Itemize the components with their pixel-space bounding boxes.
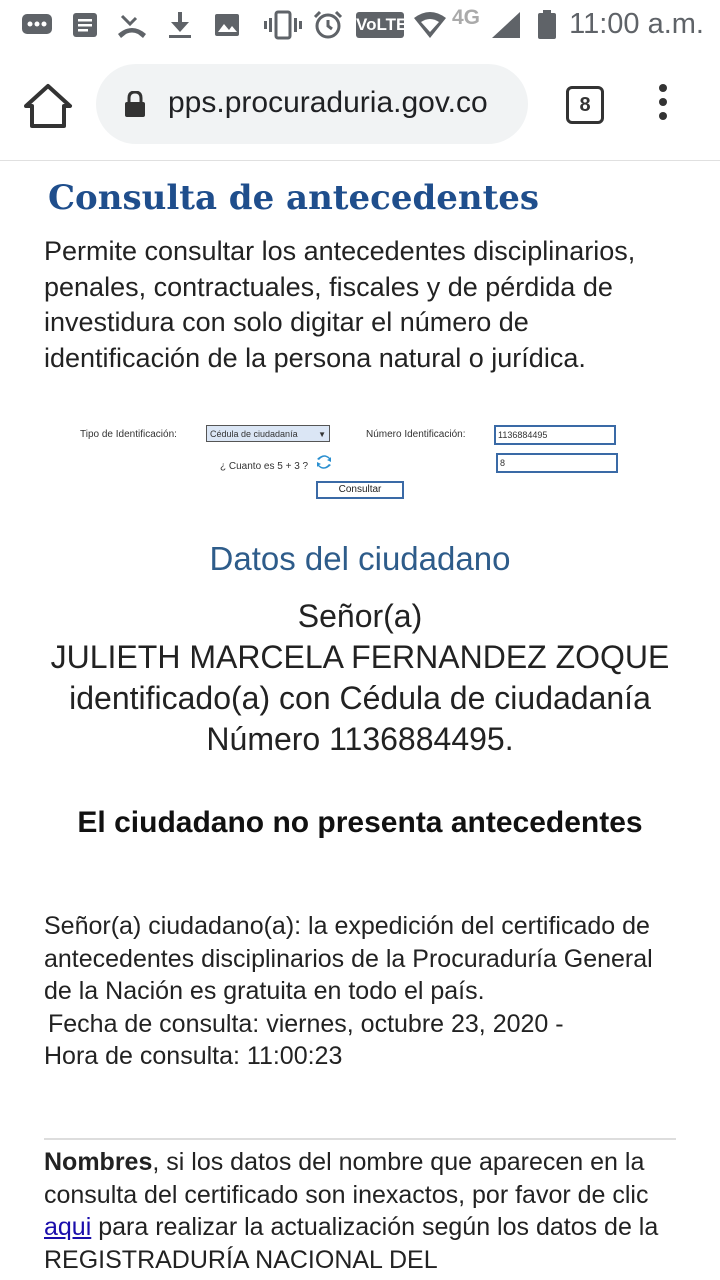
divider <box>44 1138 676 1140</box>
id-number-label: Número Identificación: <box>366 429 466 440</box>
address-bar[interactable]: pps.procuraduria.gov.co <box>96 64 528 144</box>
names-text-2: para realizar la actualización según los… <box>44 1213 659 1274</box>
volte-icon: VoLTE <box>356 12 407 38</box>
image-icon <box>215 14 239 36</box>
citizen-salutation: Señor(a) <box>297 598 423 634</box>
vibrate-icon <box>264 10 302 40</box>
citizen-info: Señor(a) JULIETH MARCELA FERNANDEZ ZOQUE… <box>0 596 720 760</box>
notice-text: Señor(a) ciudadano(a): la expedición del… <box>44 912 653 1005</box>
id-type-select[interactable]: Cédula de ciudadanía ▼ <box>206 425 330 442</box>
signal-icon <box>492 12 520 38</box>
captcha-question: ¿ Cuanto es 5 + 3 ? <box>220 461 309 472</box>
alarm-icon <box>313 10 343 39</box>
chevron-down-icon: ▼ <box>318 430 326 439</box>
clock: 11:00 a.m. <box>569 8 704 40</box>
url-text: pps.procuraduria.gov.co <box>168 86 488 119</box>
update-link[interactable]: aqui <box>44 1213 91 1241</box>
consult-time: Hora de consulta: 11:00:23 <box>44 1042 343 1070</box>
result-message: El ciudadano no presenta antecedentes <box>77 806 643 839</box>
citizen-name: JULIETH MARCELA FERNANDEZ ZOQUE <box>50 639 670 675</box>
browser-toolbar: pps.procuraduria.gov.co 8 <box>0 50 720 161</box>
citizen-data-heading: Datos del ciudadano <box>209 540 511 577</box>
battery-icon <box>538 10 556 39</box>
names-notice: Nombres, si los datos del nombre que apa… <box>44 1146 684 1276</box>
lock-icon <box>125 91 145 117</box>
citizen-id-number: Número 1136884495. <box>206 721 514 757</box>
search-form: Tipo de Identificación: Cédula de ciudad… <box>66 416 654 504</box>
download-icon <box>169 12 191 38</box>
consultar-button[interactable]: Consultar <box>316 481 404 499</box>
intro-text: Permite consultar los antecedentes disci… <box>44 236 636 373</box>
id-type-label: Tipo de Identificación: <box>80 429 177 440</box>
message-icon <box>73 13 97 37</box>
names-label: Nombres <box>44 1148 153 1176</box>
wifi-icon <box>414 12 446 38</box>
page-title: Consulta de antecedentes <box>48 178 540 218</box>
home-icon[interactable] <box>22 80 74 130</box>
id-number-input[interactable]: 1136884495 <box>494 425 616 445</box>
consult-date: Fecha de consulta: viernes, octubre 23, … <box>48 1009 564 1038</box>
citizen-id-type: identificado(a) con Cédula de ciudadanía <box>69 680 651 716</box>
status-bar: VoLTE 4G 11:00 a.m. <box>0 0 720 50</box>
notice-block: Señor(a) ciudadano(a): la expedición del… <box>44 910 684 1073</box>
id-type-value: Cédula de ciudadanía <box>210 429 298 439</box>
tab-switcher-button[interactable]: 8 <box>566 86 604 124</box>
chat-icon <box>22 14 52 34</box>
missed-call-icon <box>118 14 146 38</box>
refresh-captcha-icon[interactable] <box>316 454 332 470</box>
captcha-input[interactable]: 8 <box>496 453 618 473</box>
more-menu-icon[interactable] <box>656 84 670 124</box>
network-label: 4G <box>452 6 481 29</box>
